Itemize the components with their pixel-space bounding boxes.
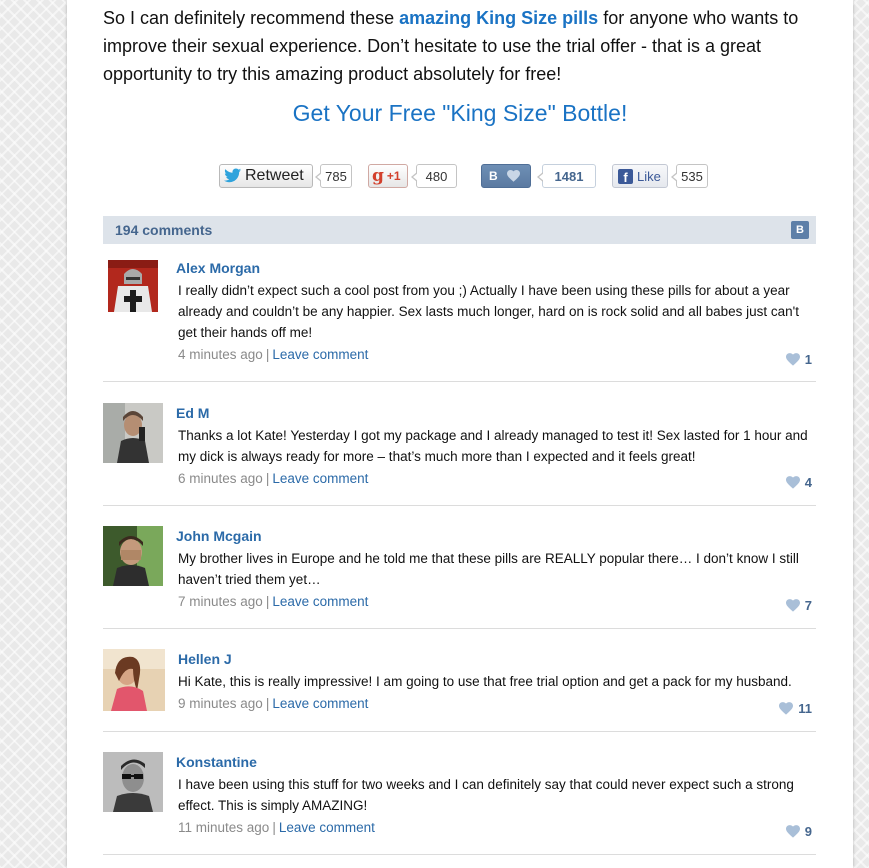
vk-like-button[interactable]: B: [481, 164, 531, 188]
comment-body: Hi Kate, this is really impressive! I am…: [178, 671, 818, 714]
avatar[interactable]: [103, 403, 163, 463]
cta-link[interactable]: Get Your Free "King Size" Bottle!: [67, 100, 853, 127]
like-count: 9: [804, 824, 812, 839]
meta-separator: |: [265, 347, 270, 362]
comment-likes[interactable]: 4: [785, 475, 812, 490]
comments-header: 194 comments B: [103, 216, 816, 244]
leave-comment-link[interactable]: Leave comment: [272, 594, 368, 609]
gplus-button[interactable]: g +1: [368, 164, 408, 188]
comment-text: My brother lives in Europe and he told m…: [178, 551, 799, 587]
retweet-label: Retweet: [245, 167, 304, 184]
avatar[interactable]: [103, 649, 165, 711]
vk-icon: B: [489, 169, 498, 183]
comment-author[interactable]: Konstantine: [176, 754, 257, 770]
meta-separator: |: [265, 696, 270, 711]
woman-avatar-image: [103, 649, 165, 711]
comment-body: I have been using this stuff for two wee…: [178, 774, 818, 838]
comment-time: 11 minutes ago: [178, 820, 270, 835]
like-count: 4: [804, 475, 812, 490]
leave-comment-link[interactable]: Leave comment: [279, 820, 375, 835]
comments-count: 194 comments: [115, 222, 213, 238]
heart-icon: [506, 170, 520, 182]
comment-item: Konstantine I have been using this stuff…: [103, 752, 816, 855]
like-count: 7: [804, 598, 812, 613]
man-avatar-image: [103, 526, 163, 586]
avatar[interactable]: [103, 752, 163, 812]
heart-icon: [785, 353, 800, 366]
comment-author[interactable]: Ed M: [176, 405, 209, 421]
comment-item: John Mcgain My brother lives in Europe a…: [103, 526, 816, 629]
comment-body: Thanks a lot Kate! Yesterday I got my pa…: [178, 425, 818, 489]
meta-separator: |: [265, 471, 270, 486]
comment-text: I have been using this stuff for two wee…: [178, 777, 794, 813]
heart-icon: [785, 599, 800, 612]
comment-item: Hellen J Hi Kate, this is really impress…: [103, 649, 816, 732]
intro-text-start: So I can definitely recommend these: [103, 8, 400, 28]
avatar[interactable]: [103, 526, 163, 586]
comment-meta: 4 minutes ago | Leave comment: [178, 344, 818, 365]
meta-separator: |: [265, 594, 270, 609]
vk-icon[interactable]: B: [791, 221, 809, 239]
facebook-like-count: 535: [671, 164, 708, 188]
vk-like-count: 1481: [537, 164, 596, 188]
facebook-like-button[interactable]: f Like: [612, 164, 668, 188]
knight-avatar-image: [108, 260, 158, 312]
man-sunglasses-avatar-image: [103, 752, 163, 812]
like-count: 1: [804, 352, 812, 367]
facebook-like-label: Like: [637, 168, 661, 184]
google-plus-icon: g: [372, 166, 384, 186]
article-paragraph: So I can definitely recommend these amaz…: [103, 4, 803, 88]
heart-icon: [785, 825, 800, 838]
twitter-bird-icon: [224, 168, 242, 183]
comment-likes[interactable]: 7: [785, 598, 812, 613]
comment-body: My brother lives in Europe and he told m…: [178, 548, 818, 612]
leave-comment-link[interactable]: Leave comment: [272, 347, 368, 362]
facebook-icon: f: [618, 168, 633, 185]
comment-text: I really didn’t expect such a cool post …: [178, 283, 799, 340]
comment-item: Alex Morgan I really didn’t expect such …: [103, 258, 816, 382]
like-count: 11: [798, 701, 812, 716]
product-link[interactable]: amazing King Size pills: [399, 8, 598, 28]
leave-comment-link[interactable]: Leave comment: [272, 471, 368, 486]
comment-likes[interactable]: 1: [785, 352, 812, 367]
gplus-count: 480: [411, 164, 457, 188]
comment-body: I really didn’t expect such a cool post …: [178, 280, 818, 365]
share-buttons: Retweet 785 g +1 480 B 1481 f Like 535: [67, 164, 853, 190]
comment-likes[interactable]: 11: [779, 701, 812, 716]
comment-item: Ed M Thanks a lot Kate! Yesterday I got …: [103, 403, 816, 506]
comment-meta: 7 minutes ago | Leave comment: [178, 591, 818, 612]
leave-comment-link[interactable]: Leave comment: [272, 696, 368, 711]
comment-time: 6 minutes ago: [178, 471, 263, 486]
comment-meta: 11 minutes ago | Leave comment: [178, 817, 818, 838]
retweet-count: 785: [315, 164, 352, 188]
comment-meta: 6 minutes ago | Leave comment: [178, 468, 818, 489]
comment-author[interactable]: John Mcgain: [176, 528, 262, 544]
comment-time: 7 minutes ago: [178, 594, 263, 609]
comment-meta: 9 minutes ago | Leave comment: [178, 693, 818, 714]
meta-separator: |: [272, 820, 276, 835]
comment-likes[interactable]: 9: [785, 824, 812, 839]
man-avatar-image: [103, 403, 163, 463]
comment-time: 4 minutes ago: [178, 347, 263, 362]
comment-author[interactable]: Alex Morgan: [176, 260, 260, 276]
comment-author[interactable]: Hellen J: [178, 651, 232, 667]
comment-time: 9 minutes ago: [178, 696, 263, 711]
heart-icon: [779, 702, 794, 715]
avatar[interactable]: [108, 260, 158, 312]
gplus-label: +1: [386, 169, 401, 183]
article-page: So I can definitely recommend these amaz…: [67, 0, 853, 868]
comment-text: Thanks a lot Kate! Yesterday I got my pa…: [178, 428, 808, 464]
retweet-button[interactable]: Retweet: [219, 164, 313, 188]
heart-icon: [785, 476, 800, 489]
comment-text: Hi Kate, this is really impressive! I am…: [178, 674, 792, 689]
